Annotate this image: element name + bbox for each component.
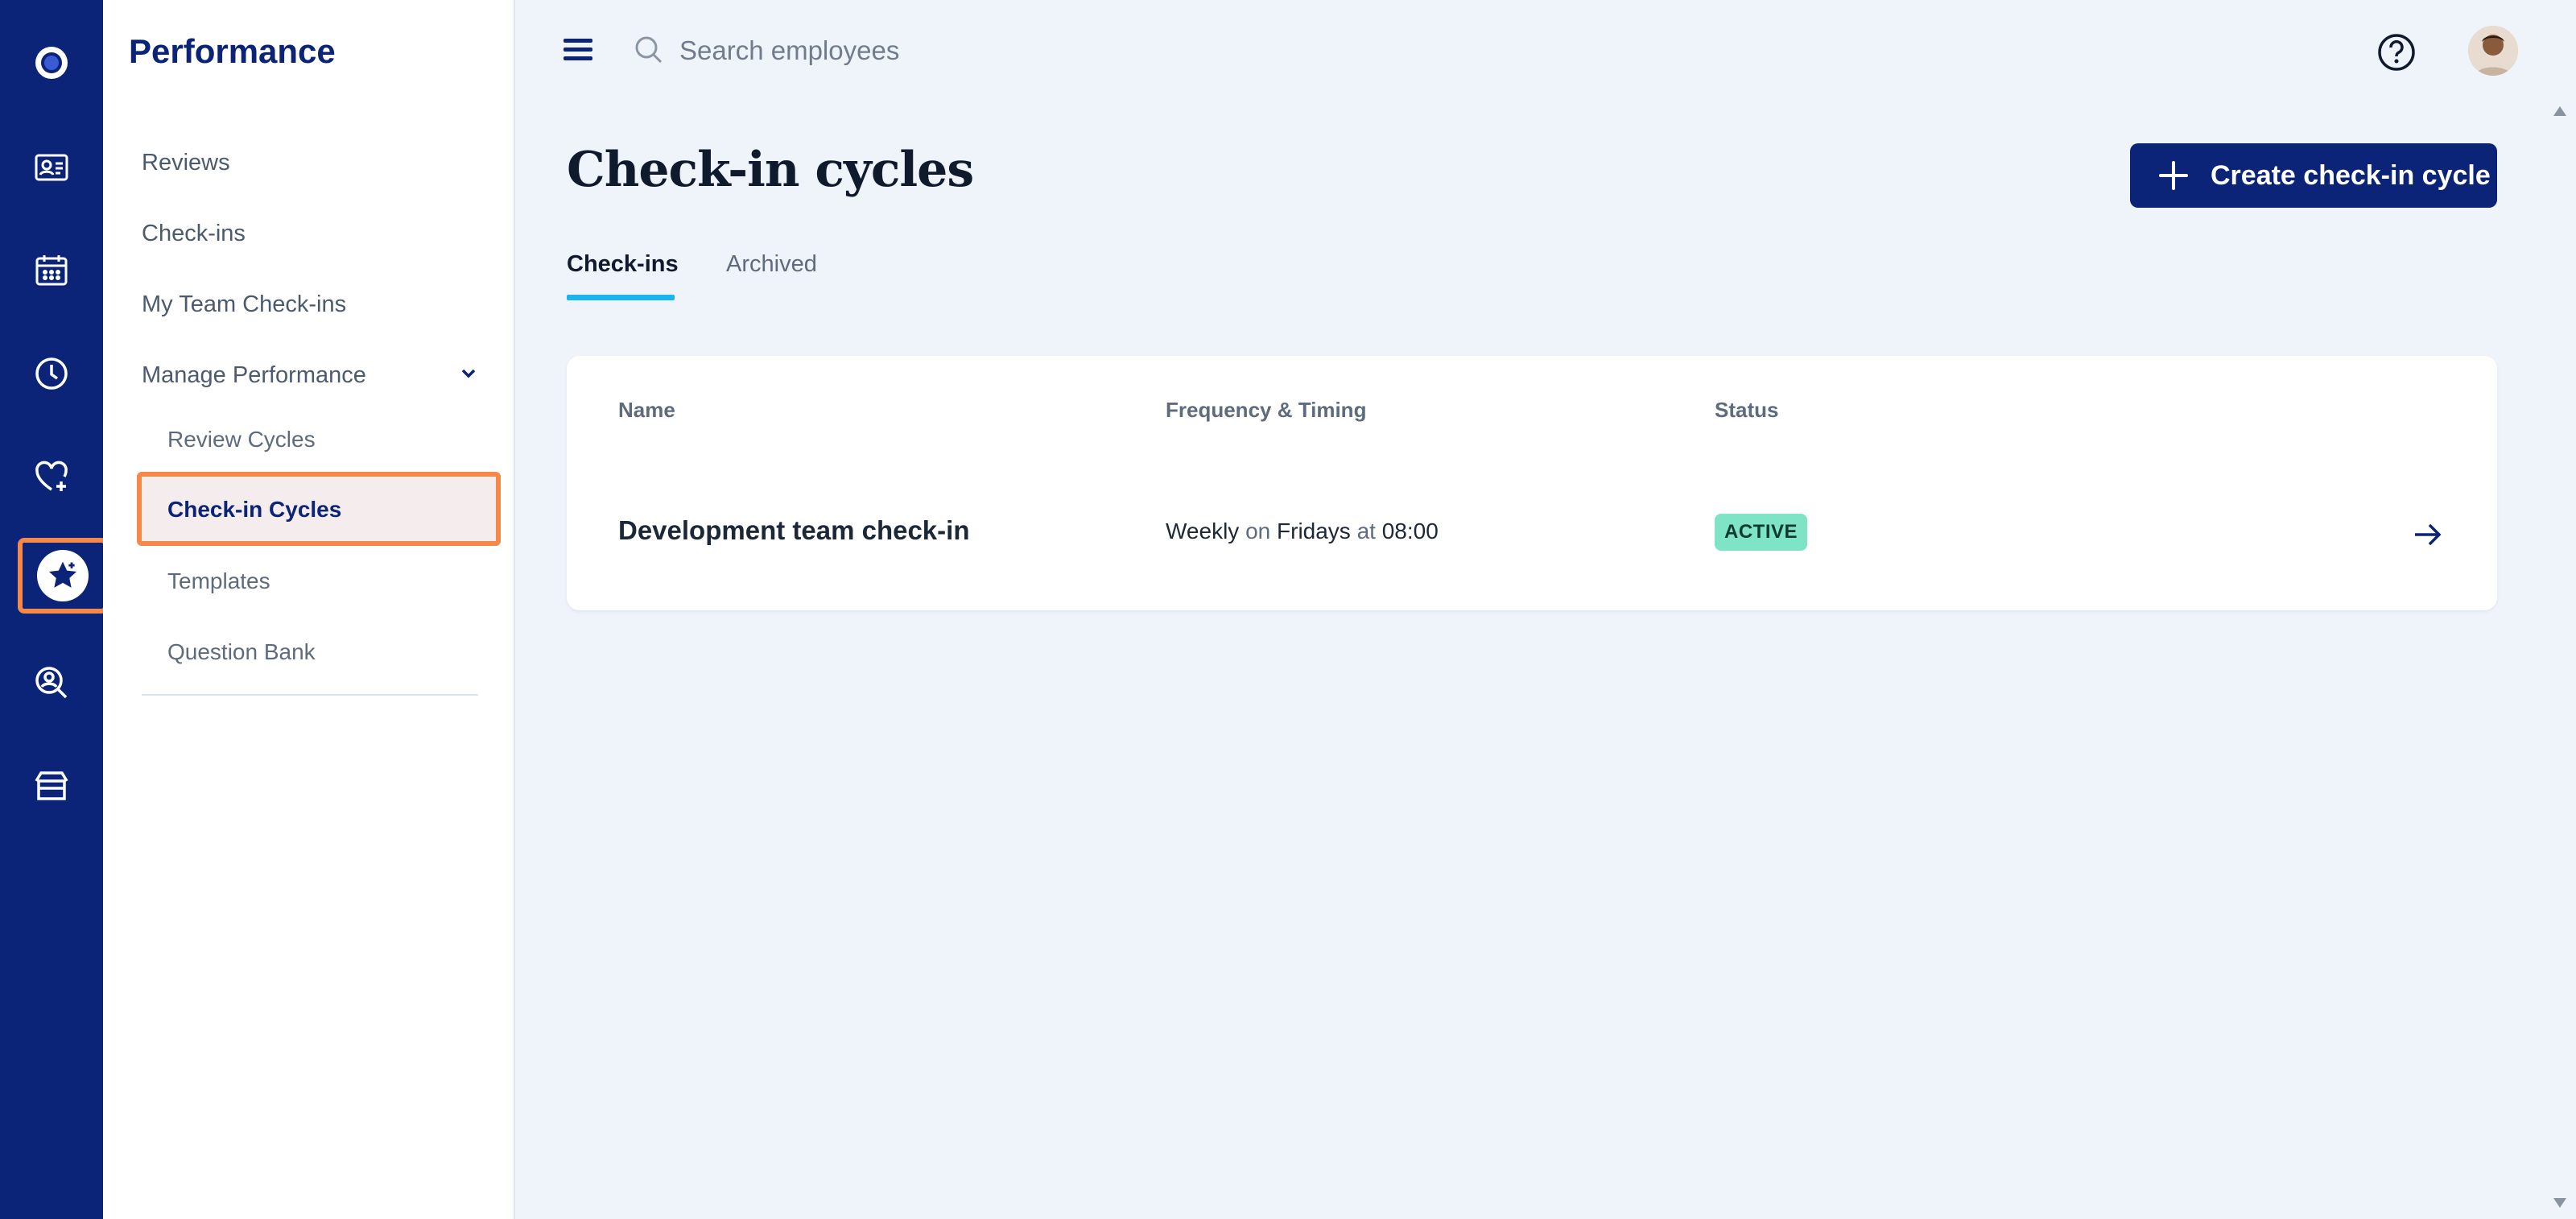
search-input[interactable]: Search employees <box>679 35 899 66</box>
tab-archived[interactable]: Archived <box>726 251 817 278</box>
scroll-up-arrow[interactable] <box>2553 106 2566 116</box>
heart-plus-icon[interactable] <box>19 444 84 509</box>
sidebar-item-reviews[interactable]: Reviews <box>142 150 230 176</box>
star-icon[interactable] <box>18 538 108 614</box>
tab-check-ins[interactable]: Check-ins <box>567 251 679 278</box>
chevron-down-icon[interactable] <box>456 361 481 386</box>
help-icon[interactable] <box>2376 32 2417 72</box>
scroll-down-arrow[interactable] <box>2553 1198 2566 1208</box>
employee-card-icon[interactable] <box>19 135 84 200</box>
star-icon-badge <box>37 550 89 601</box>
frequency-at: at <box>1356 519 1376 543</box>
plus-icon <box>2159 161 2188 190</box>
frequency-day: Fridays <box>1277 519 1351 543</box>
page-title: Check-in cycles <box>567 142 974 198</box>
sidebar-item-check-in-cycles-label: Check-in Cycles <box>167 497 342 522</box>
frequency-value: Weekly <box>1166 519 1240 543</box>
person-search-icon[interactable] <box>19 651 84 715</box>
box-icon[interactable] <box>19 754 84 818</box>
sidebar-item-question-bank[interactable]: Question Bank <box>167 639 316 665</box>
menu-icon[interactable] <box>564 39 592 64</box>
app-rail <box>0 0 108 1219</box>
clock-icon[interactable] <box>19 341 84 406</box>
sidebar-item-check-ins[interactable]: Check-ins <box>142 221 246 247</box>
column-header-name: Name <box>618 398 675 422</box>
arrow-right-icon[interactable] <box>2410 517 2446 552</box>
status-badge: ACTIVE <box>1715 514 1808 551</box>
cycle-name[interactable]: Development team check-in <box>618 515 969 546</box>
performance-sidebar: Performance Reviews Check-ins My Team Ch… <box>103 0 515 1219</box>
frequency-on: on <box>1245 519 1271 543</box>
column-header-status: Status <box>1715 398 1779 422</box>
cycle-frequency: Weekly on Fridays at 08:00 <box>1166 519 1439 544</box>
sidebar-item-review-cycles[interactable]: Review Cycles <box>167 427 316 452</box>
active-tab-indicator <box>567 295 675 300</box>
search-icon <box>635 36 663 64</box>
create-check-in-cycle-button[interactable]: Create check-in cycle <box>2130 143 2497 208</box>
sidebar-item-my-team-check-ins[interactable]: My Team Check-ins <box>142 291 346 318</box>
frequency-time: 08:00 <box>1381 519 1439 543</box>
column-header-frequency: Frequency & Timing <box>1166 398 1367 422</box>
check-in-cycles-table: Name Frequency & Timing Status Developme… <box>567 356 2497 610</box>
sidebar-divider <box>142 694 478 696</box>
sidebar-item-check-in-cycles[interactable]: Check-in Cycles <box>137 472 501 546</box>
create-check-in-cycle-label: Create check-in cycle <box>2211 159 2491 191</box>
logo-icon[interactable] <box>19 31 84 95</box>
avatar[interactable] <box>2468 26 2518 76</box>
sidebar-item-manage-performance[interactable]: Manage Performance <box>142 362 366 389</box>
sidebar-item-templates[interactable]: Templates <box>167 568 270 594</box>
calendar-icon[interactable] <box>19 238 84 303</box>
sidebar-title: Performance <box>129 32 336 70</box>
